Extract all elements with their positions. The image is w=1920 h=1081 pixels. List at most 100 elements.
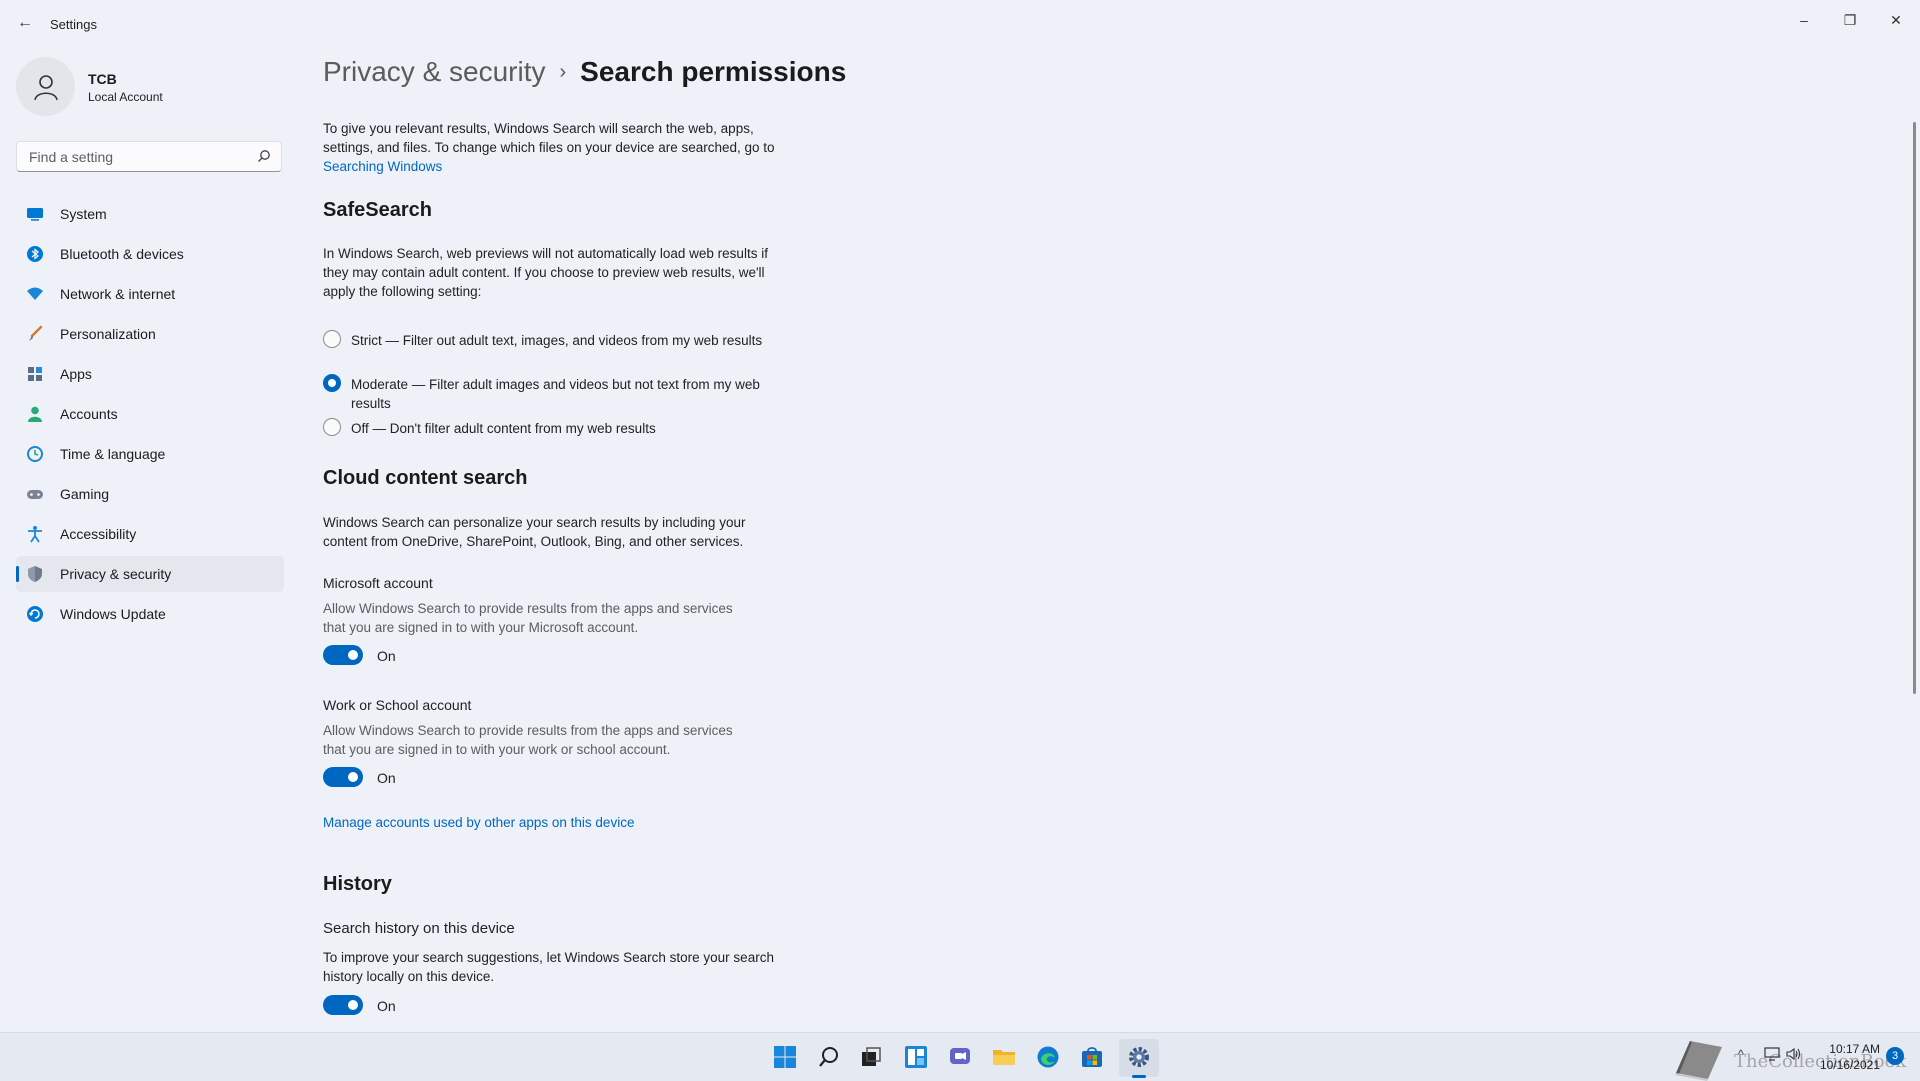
app-title: Settings <box>50 17 97 32</box>
sidebar-item-windows-update[interactable]: Windows Update <box>16 596 284 632</box>
intro-body: To give you relevant results, Windows Se… <box>323 121 775 155</box>
microsoft-account-description: Allow Windows Search to provide results … <box>323 601 733 635</box>
volume-icon[interactable] <box>1786 1047 1802 1061</box>
radio-off[interactable] <box>323 418 341 436</box>
safesearch-heading: SafeSearch <box>323 199 432 221</box>
edge-icon[interactable] <box>1034 1043 1062 1071</box>
taskbar: TheCollectionBook ^ 10:17 AM 10/16/2021 … <box>0 1032 1920 1081</box>
cloud-content-heading: Cloud content search <box>323 467 528 489</box>
user-profile[interactable]: TCB Local Account <box>16 57 286 117</box>
page-title: Search permissions <box>580 56 847 87</box>
monitor-icon <box>26 205 44 223</box>
sidebar-item-gaming[interactable]: Gaming <box>16 476 284 512</box>
file-explorer-icon[interactable] <box>990 1043 1018 1071</box>
search-history-label: Search history on this device <box>323 920 515 937</box>
active-app-indicator <box>1132 1075 1146 1078</box>
avatar <box>16 57 75 116</box>
back-button[interactable]: ← <box>14 12 36 34</box>
back-arrow-icon: ← <box>17 14 33 31</box>
sidebar-item-label: Accounts <box>60 406 118 422</box>
notification-badge[interactable]: 3 <box>1886 1047 1904 1065</box>
search-history-toggle-row: On <box>323 995 523 1017</box>
sidebar-item-label: Network & internet <box>60 286 176 302</box>
gamepad-icon <box>26 485 44 503</box>
radio-moderate[interactable] <box>323 374 341 392</box>
minimize-button[interactable]: – <box>1784 6 1824 34</box>
sidebar-item-time-language[interactable]: Time & language <box>16 436 284 472</box>
safesearch-description: In Windows Search, web previews will not… <box>323 246 768 299</box>
sidebar-item-label: Gaming <box>60 486 110 502</box>
sidebar-item-label: Accessibility <box>60 526 137 542</box>
search-icon[interactable] <box>257 149 271 163</box>
restore-icon: ❐ <box>1843 11 1857 28</box>
breadcrumb: Privacy & security › Search permissions <box>323 56 846 88</box>
chat-icon[interactable] <box>946 1043 974 1071</box>
sidebar-item-accounts[interactable]: Accounts <box>16 396 284 432</box>
cloud-content-description: Windows Search can personalize your sear… <box>323 515 746 549</box>
task-view-icon[interactable] <box>857 1043 885 1071</box>
radio-label: Moderate — Filter adult images and video… <box>351 377 760 411</box>
store-icon[interactable] <box>1078 1043 1106 1071</box>
profile-name: TCB <box>88 71 117 87</box>
search-input[interactable] <box>27 148 251 166</box>
accessibility-icon <box>26 525 44 543</box>
minimize-icon: – <box>1800 12 1808 28</box>
profile-account-type: Local Account <box>88 90 163 104</box>
sidebar-item-label: Privacy & security <box>60 566 172 582</box>
sidebar-nav: System Bluetooth & devices Network & int… <box>16 196 284 636</box>
search-history-toggle[interactable] <box>323 995 363 1015</box>
radio-label: Strict — Filter out adult text, images, … <box>351 333 763 348</box>
clock-time[interactable]: 10:17 AM <box>1826 1042 1880 1056</box>
chevron-right-icon: › <box>559 61 567 83</box>
sidebar-item-label: System <box>60 206 107 222</box>
searching-windows-link[interactable]: Searching Windows <box>323 159 442 174</box>
sidebar-item-accessibility[interactable]: Accessibility <box>16 516 284 552</box>
toggle-state: On <box>377 648 396 664</box>
sidebar-item-label: Windows Update <box>60 606 166 622</box>
update-icon <box>26 605 44 623</box>
tray-overflow-chevron-icon[interactable]: ^ <box>1738 1047 1744 1061</box>
history-heading: History <box>323 873 392 895</box>
sidebar-item-personalization[interactable]: Personalization <box>16 316 284 352</box>
sidebar-item-label: Time & language <box>60 446 166 462</box>
sidebar-item-bluetooth[interactable]: Bluetooth & devices <box>16 236 284 272</box>
breadcrumb-parent[interactable]: Privacy & security <box>323 56 546 87</box>
sidebar-item-system[interactable]: System <box>16 196 284 232</box>
radio-strict[interactable] <box>323 330 341 348</box>
sidebar-item-network[interactable]: Network & internet <box>16 276 284 312</box>
sidebar-item-label: Apps <box>60 366 92 382</box>
microsoft-account-toggle-row: On <box>323 645 523 667</box>
sidebar-item-apps[interactable]: Apps <box>16 356 284 392</box>
person-icon <box>26 405 44 423</box>
intro-text: To give you relevant results, Windows Se… <box>323 119 783 176</box>
manage-accounts-link[interactable]: Manage accounts used by other apps on th… <box>323 813 783 832</box>
settings-icon[interactable] <box>1125 1043 1153 1071</box>
microsoft-account-toggle[interactable] <box>323 645 363 665</box>
sidebar-item-privacy-security[interactable]: Privacy & security <box>16 556 284 592</box>
clock-date[interactable]: 10/16/2021 <box>1818 1058 1880 1072</box>
settings-search-box[interactable] <box>16 141 282 172</box>
toggle-state: On <box>377 770 396 786</box>
person-icon <box>33 74 58 100</box>
work-school-account-toggle[interactable] <box>323 767 363 787</box>
apps-icon <box>26 365 44 383</box>
network-icon[interactable] <box>1764 1047 1780 1061</box>
bluetooth-icon <box>26 245 44 263</box>
close-icon: ✕ <box>1890 11 1902 28</box>
start-icon[interactable] <box>771 1043 799 1071</box>
work-school-account-description: Allow Windows Search to provide results … <box>323 723 733 757</box>
globe-clock-icon <box>26 445 44 463</box>
work-school-account-toggle-row: On <box>323 767 523 789</box>
wifi-icon <box>26 285 44 303</box>
brush-icon <box>26 325 44 343</box>
search-icon[interactable] <box>815 1043 843 1071</box>
title-bar: ← Settings – ❐ ✕ <box>0 0 1920 46</box>
widgets-icon[interactable] <box>902 1043 930 1071</box>
toggle-state: On <box>377 998 396 1014</box>
sidebar-item-label: Bluetooth & devices <box>60 246 184 262</box>
close-button[interactable]: ✕ <box>1876 6 1916 34</box>
sidebar-item-label: Personalization <box>60 326 156 342</box>
restore-button[interactable]: ❐ <box>1830 6 1870 34</box>
book-icon <box>1675 1041 1722 1081</box>
scrollbar[interactable] <box>1913 122 1916 694</box>
